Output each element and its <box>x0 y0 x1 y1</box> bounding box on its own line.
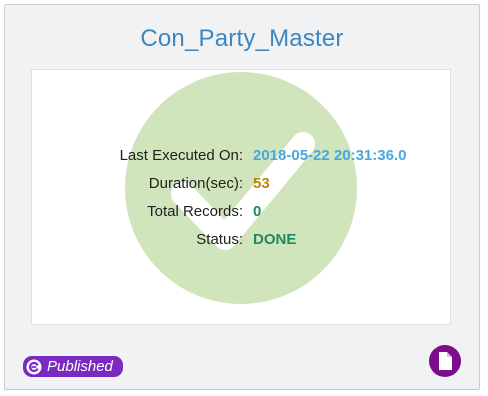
document-icon[interactable] <box>429 345 461 377</box>
last-executed-value: 2018-05-22 20:31:36.0 <box>253 147 407 164</box>
duration-row: Duration(sec): 53 <box>32 170 450 198</box>
published-badge-label: Published <box>47 358 113 375</box>
total-records-label: Total Records: <box>147 203 243 220</box>
last-executed-label: Last Executed On: <box>119 147 243 164</box>
duration-label: Duration(sec): <box>148 175 243 192</box>
published-badge[interactable]: Published <box>23 356 123 377</box>
status-value: DONE <box>253 231 297 248</box>
job-title: Con_Party_Master <box>140 25 344 52</box>
total-records-value: 0 <box>253 203 262 220</box>
last-executed-row: Last Executed On: 2018-05-22 20:31:36.0 <box>32 142 450 170</box>
status-row: Status: DONE <box>32 226 450 254</box>
total-records-row: Total Records: 0 <box>32 198 450 226</box>
duration-value: 53 <box>253 175 270 192</box>
c-circle-icon <box>26 359 42 374</box>
status-label: Status: <box>196 231 243 248</box>
job-card: Con_Party_Master Last Executed On: 2018-… <box>4 4 480 390</box>
details-list: Last Executed On: 2018-05-22 20:31:36.0 … <box>32 142 450 254</box>
details-panel: Last Executed On: 2018-05-22 20:31:36.0 … <box>31 69 451 325</box>
